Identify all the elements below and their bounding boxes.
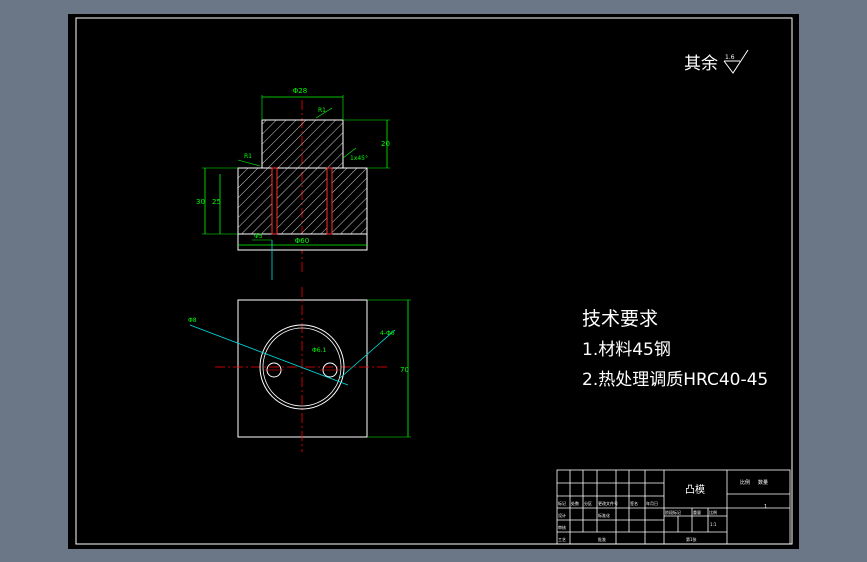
tech-req-item-2: 2.热处理调质HRC40-45 xyxy=(582,370,768,390)
plan-leader-left-label: Φ8 xyxy=(188,317,197,324)
title-scale-label: 比例 xyxy=(709,509,717,515)
title-qty-label: 数量 xyxy=(758,479,768,486)
dim-body-width: Φ60 xyxy=(295,237,309,245)
plan-hole-label: Φ6.1 xyxy=(312,347,326,354)
title-stage-label: 阶段标记 xyxy=(665,509,681,515)
title-date-label: 年月日 xyxy=(646,500,658,506)
title-process-label: 工艺 xyxy=(558,537,566,542)
title-zone-label: 分区 xyxy=(584,500,592,506)
tech-req-title: 技术要求 xyxy=(582,308,658,330)
plan-leader-right-label: 4-Φ6 xyxy=(380,330,395,337)
title-scale-value: 1:1 xyxy=(710,522,717,527)
drawing-canvas: 其余 1.6 Φ28 20 R1 1x45° R1 30 25 Φ60 Φ5 Φ… xyxy=(68,14,799,549)
dim-boss-note: 1x45° xyxy=(350,155,368,162)
title-design-label: 设计 xyxy=(558,512,566,518)
title-quantity: 1 xyxy=(764,504,767,510)
title-change-label: 更改文件号 xyxy=(598,500,618,506)
title-review-label: 审核 xyxy=(558,524,566,530)
cad-viewport[interactable]: 其余 1.6 Φ28 20 R1 1x45° R1 30 25 Φ60 Φ5 Φ… xyxy=(0,0,867,562)
dim-plan-side: 70 xyxy=(400,366,409,374)
title-count-label: 处数 xyxy=(571,500,579,506)
roughness-label: 其余 xyxy=(684,54,718,74)
title-approve-label: 批准 xyxy=(598,536,606,542)
roughness-value: 1.6 xyxy=(725,54,735,61)
title-sheet-label: 第1张 xyxy=(686,536,697,542)
title-weight-label: 重量 xyxy=(693,509,701,515)
title-ratio-label: 比例 xyxy=(740,479,750,486)
dim-chamfer-note: R1 xyxy=(318,107,326,114)
lower-body xyxy=(237,167,368,235)
title-mark-label: 标记 xyxy=(558,500,566,506)
left-slot xyxy=(271,167,278,235)
dim-inner-height: 25 xyxy=(212,198,221,206)
title-part-name: 凸模 xyxy=(685,484,705,496)
dim-top-height: 20 xyxy=(381,140,390,148)
title-standard-label: 标准化 xyxy=(598,512,610,518)
tech-req-item-1: 1.材料45钢 xyxy=(582,340,671,360)
dim-slot-width: Φ5 xyxy=(254,233,263,240)
drawing-sheet xyxy=(68,14,799,549)
dim-top-width: Φ28 xyxy=(293,87,307,95)
right-slot xyxy=(326,167,333,235)
title-sign-label: 签名 xyxy=(630,500,638,506)
dim-body-height: 30 xyxy=(196,198,205,206)
dim-left-chamfer: R1 xyxy=(244,153,252,160)
upper-boss xyxy=(261,119,344,169)
